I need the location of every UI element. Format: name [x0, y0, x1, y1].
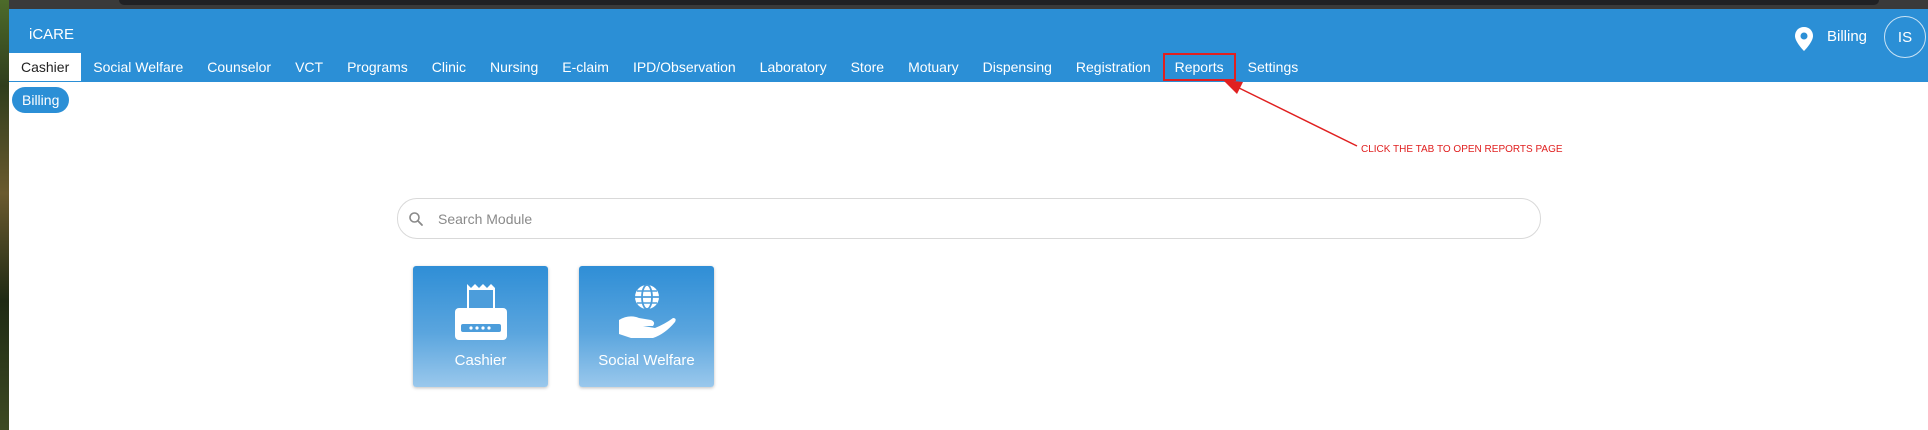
- tab-counselor[interactable]: Counselor: [195, 53, 283, 81]
- desktop-wallpaper: [0, 0, 9, 430]
- tab-clinic[interactable]: Clinic: [420, 53, 478, 81]
- browser-chrome: [9, 0, 1928, 9]
- tab-settings[interactable]: Settings: [1236, 53, 1311, 81]
- tab-social-welfare[interactable]: Social Welfare: [81, 53, 195, 81]
- current-location-label[interactable]: Billing: [1827, 28, 1867, 45]
- search-input[interactable]: [438, 199, 1528, 238]
- receipt-printer-icon: [455, 284, 507, 340]
- tab-motuary[interactable]: Motuary: [896, 53, 971, 81]
- top-navbar: iCARE Billing IS Cashier Social Welfare …: [9, 9, 1928, 82]
- screen: iCARE Billing IS Cashier Social Welfare …: [0, 0, 1928, 430]
- tab-cashier[interactable]: Cashier: [9, 53, 82, 81]
- annotation-instruction: CLICK THE TAB TO OPEN REPORTS PAGE: [1361, 144, 1563, 155]
- search-icon: [409, 212, 423, 226]
- tab-reports[interactable]: Reports: [1162, 53, 1236, 81]
- app-window: iCARE Billing IS Cashier Social Welfare …: [9, 9, 1928, 430]
- module-search: [397, 198, 1541, 239]
- tab-store[interactable]: Store: [839, 53, 896, 81]
- module-tile-social-welfare[interactable]: Social Welfare: [579, 266, 714, 387]
- tab-dispensing[interactable]: Dispensing: [971, 53, 1064, 81]
- tab-registration[interactable]: Registration: [1064, 53, 1163, 81]
- user-avatar[interactable]: IS: [1884, 16, 1926, 58]
- hand-globe-icon: [619, 284, 676, 338]
- subtab-billing[interactable]: Billing: [12, 87, 70, 113]
- tab-e-claim[interactable]: E-claim: [550, 53, 621, 81]
- tile-label: Social Welfare: [598, 352, 695, 369]
- app-brand[interactable]: iCARE: [29, 26, 74, 43]
- module-tile-cashier[interactable]: Cashier: [413, 266, 548, 387]
- module-tabs: Cashier Social Welfare Counselor VCT Pro…: [9, 53, 1310, 82]
- browser-address-bar: [119, 0, 1879, 5]
- tab-vct[interactable]: VCT: [283, 53, 335, 81]
- tile-label: Cashier: [454, 352, 507, 369]
- tab-laboratory[interactable]: Laboratory: [748, 53, 839, 81]
- tab-ipd-observation[interactable]: IPD/Observation: [621, 53, 748, 81]
- tab-nursing[interactable]: Nursing: [478, 53, 550, 81]
- location-pin-icon[interactable]: [1793, 26, 1815, 52]
- tab-programs[interactable]: Programs: [335, 53, 420, 81]
